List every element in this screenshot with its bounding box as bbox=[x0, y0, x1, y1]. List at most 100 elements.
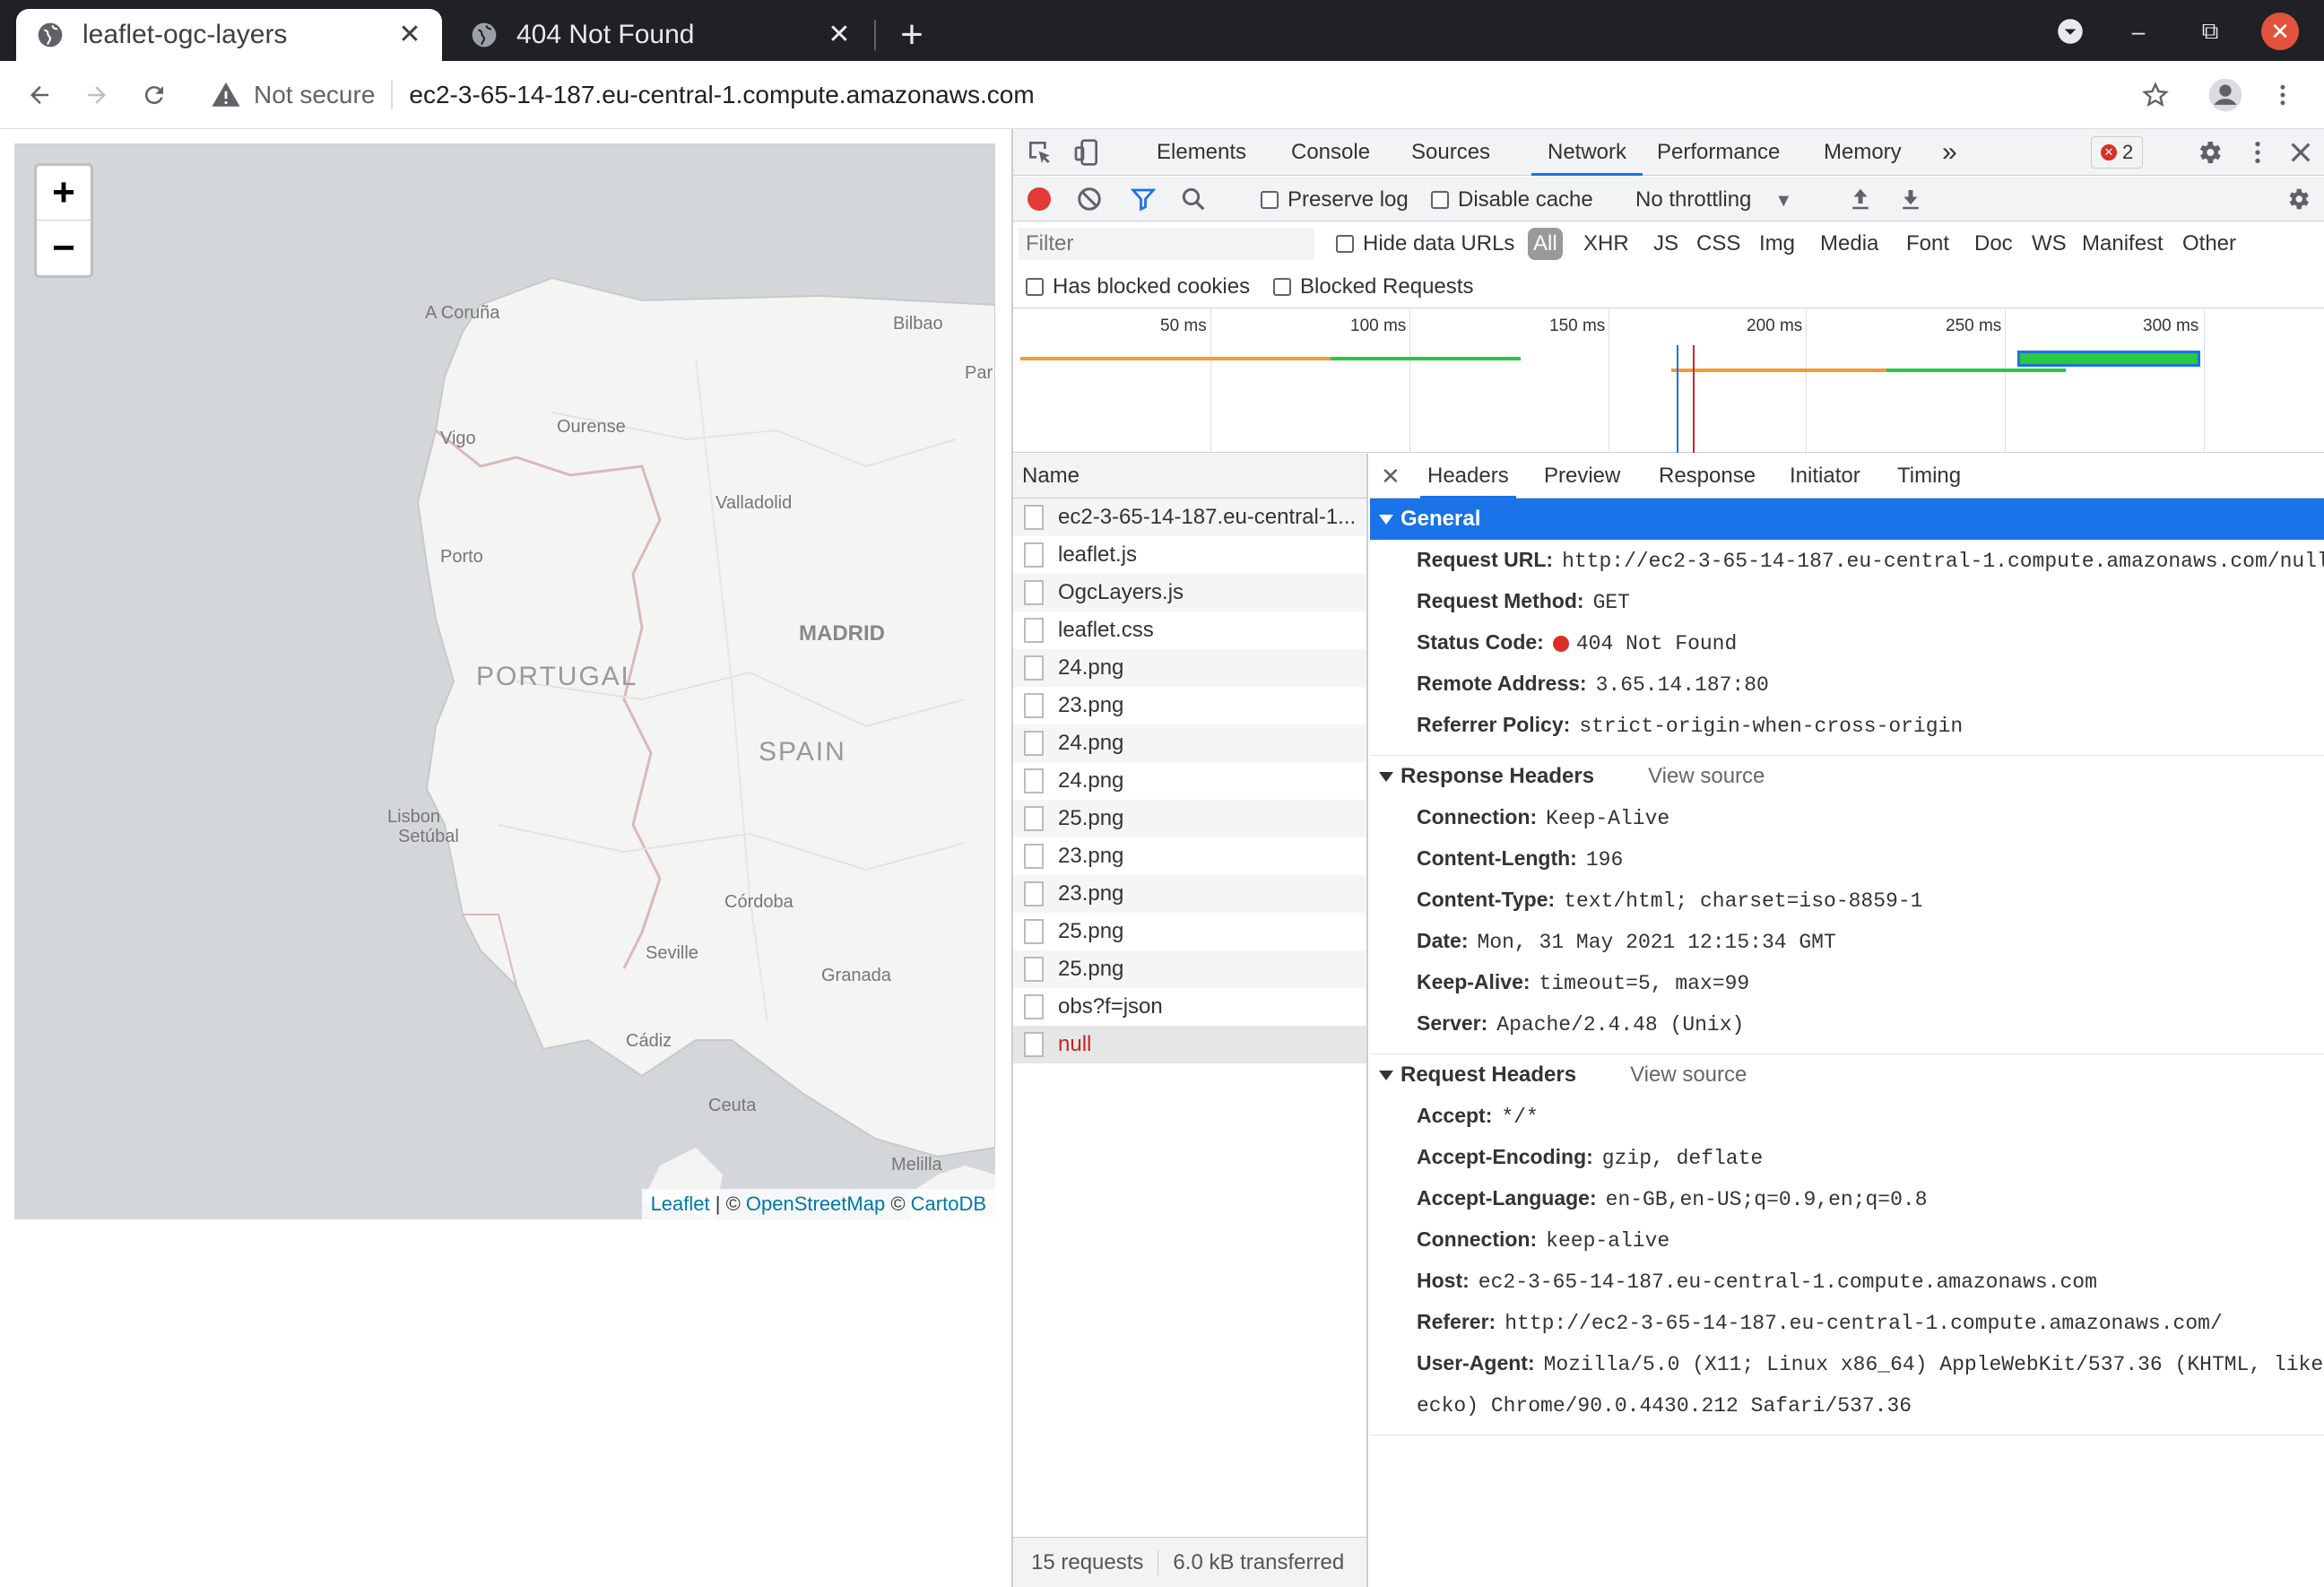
request-row[interactable]: 24.png bbox=[1013, 724, 1366, 762]
preserve-log-checkbox[interactable]: Preserve log bbox=[1261, 187, 1409, 212]
leaflet-link[interactable]: Leaflet bbox=[651, 1192, 710, 1215]
tab-console[interactable]: Console bbox=[1291, 129, 1370, 176]
name-column-header[interactable]: Name bbox=[1013, 454, 1366, 499]
tab-response[interactable]: Response bbox=[1659, 454, 1756, 499]
minimize-icon[interactable]: – bbox=[2120, 13, 2157, 50]
request-row[interactable]: 25.png bbox=[1013, 800, 1366, 837]
timeline-download-bar bbox=[1886, 369, 2066, 372]
close-tab-icon[interactable]: ✕ bbox=[825, 21, 854, 49]
request-row[interactable]: 24.png bbox=[1013, 762, 1366, 800]
filter-type-js[interactable]: JS bbox=[1653, 228, 1678, 260]
request-row[interactable]: 24.png bbox=[1013, 649, 1366, 687]
filter-type-doc[interactable]: Doc bbox=[1974, 228, 2013, 260]
view-source-link[interactable]: View source bbox=[1630, 1062, 1747, 1088]
openstreetmap-link[interactable]: OpenStreetMap bbox=[746, 1192, 885, 1215]
reload-icon[interactable] bbox=[133, 74, 176, 117]
tab-performance[interactable]: Performance bbox=[1657, 129, 1780, 176]
filter-type-ws[interactable]: WS bbox=[2032, 228, 2067, 260]
tab-search-icon[interactable] bbox=[2051, 13, 2089, 50]
checkbox[interactable] bbox=[1273, 278, 1291, 296]
response-headers-header[interactable]: Response Headers View source bbox=[1370, 756, 2324, 797]
header-row: User-Agent: Mozilla/5.0 (X11; Linux x86_6… bbox=[1370, 1343, 2324, 1384]
checkbox[interactable] bbox=[1431, 191, 1449, 209]
network-settings-icon[interactable] bbox=[2285, 186, 2311, 212]
restore-icon[interactable]: ⧉ bbox=[2191, 13, 2229, 50]
general-header[interactable]: General bbox=[1370, 499, 2324, 540]
error-count-badge[interactable]: ✕ 2 bbox=[2091, 136, 2144, 169]
address-bar[interactable]: Not secure ec2-3-65-14-187.eu-central-1.… bbox=[193, 68, 2174, 122]
filter-type-media[interactable]: Media bbox=[1820, 228, 1878, 260]
export-har-icon[interactable] bbox=[1897, 186, 1924, 212]
more-tabs-icon[interactable]: » bbox=[1942, 129, 1957, 176]
search-icon[interactable] bbox=[1180, 186, 1207, 212]
omnibox-divider bbox=[391, 81, 394, 109]
close-devtools-icon[interactable] bbox=[2286, 138, 2315, 167]
close-window-icon[interactable]: ✕ bbox=[2261, 13, 2299, 50]
tab-timing[interactable]: Timing bbox=[1897, 454, 1961, 499]
close-details-icon[interactable]: ✕ bbox=[1381, 463, 1400, 490]
throttling-select[interactable]: No throttling ▼ bbox=[1635, 187, 1792, 212]
bookmark-star-icon[interactable] bbox=[2134, 74, 2177, 117]
record-icon[interactable] bbox=[1028, 187, 1051, 211]
filter-type-css[interactable]: CSS bbox=[1696, 228, 1740, 260]
request-row[interactable]: OgcLayers.js bbox=[1013, 574, 1366, 611]
clear-icon[interactable] bbox=[1076, 186, 1103, 212]
request-row[interactable]: 23.png bbox=[1013, 687, 1366, 724]
tab-network[interactable]: Network bbox=[1531, 129, 1643, 176]
hide-data-urls-checkbox[interactable]: Hide data URLs bbox=[1336, 231, 1514, 256]
filter-input[interactable] bbox=[1019, 228, 1314, 260]
request-row-selected[interactable]: null bbox=[1013, 1026, 1366, 1063]
browser-toolbar: Not secure ec2-3-65-14-187.eu-central-1.… bbox=[0, 61, 2324, 129]
menu-kebab-icon[interactable] bbox=[2261, 74, 2304, 117]
zoom-in-button[interactable]: + bbox=[37, 166, 91, 221]
request-row[interactable]: leaflet.css bbox=[1013, 611, 1366, 649]
filter-icon[interactable] bbox=[1130, 186, 1157, 212]
filter-type-manifest[interactable]: Manifest bbox=[2082, 228, 2164, 260]
request-row[interactable]: 23.png bbox=[1013, 875, 1366, 913]
filter-type-font[interactable]: Font bbox=[1906, 228, 1949, 260]
error-icon: ✕ bbox=[2101, 144, 2117, 160]
close-tab-icon[interactable]: ✕ bbox=[395, 21, 424, 49]
request-row[interactable]: 25.png bbox=[1013, 913, 1366, 950]
forward-icon[interactable] bbox=[75, 74, 118, 117]
inspect-element-icon[interactable] bbox=[1026, 138, 1054, 167]
view-source-link[interactable]: View source bbox=[1648, 764, 1765, 789]
request-row[interactable]: 23.png bbox=[1013, 837, 1366, 875]
request-row[interactable]: 25.png bbox=[1013, 950, 1366, 988]
network-overview-timeline[interactable]: 50 ms 100 ms 150 ms 200 ms 250 ms 300 ms bbox=[1013, 309, 2324, 453]
checkbox[interactable] bbox=[1026, 278, 1044, 296]
import-har-icon[interactable] bbox=[1847, 186, 1874, 212]
request-row[interactable]: leaflet.js bbox=[1013, 536, 1366, 574]
disable-cache-checkbox[interactable]: Disable cache bbox=[1431, 187, 1593, 212]
browser-tab-inactive[interactable]: 404 Not Found ✕ bbox=[450, 9, 872, 61]
map-label: Porto bbox=[440, 547, 483, 567]
tab-headers[interactable]: Headers bbox=[1420, 454, 1516, 499]
back-icon[interactable] bbox=[18, 74, 61, 117]
request-headers-header[interactable]: Request Headers View source bbox=[1370, 1054, 2324, 1096]
zoom-out-button[interactable]: − bbox=[37, 221, 91, 275]
filter-type-xhr[interactable]: XHR bbox=[1583, 228, 1629, 260]
filter-type-other[interactable]: Other bbox=[2182, 228, 2236, 260]
filter-type-img[interactable]: Img bbox=[1759, 228, 1795, 260]
blocked-requests-checkbox[interactable]: Blocked Requests bbox=[1273, 274, 1473, 299]
profile-avatar-icon[interactable] bbox=[2204, 74, 2247, 117]
map-label: MADRID bbox=[799, 621, 885, 646]
checkbox[interactable] bbox=[1261, 191, 1279, 209]
has-blocked-cookies-checkbox[interactable]: Has blocked cookies bbox=[1026, 274, 1250, 299]
tab-preview[interactable]: Preview bbox=[1544, 454, 1620, 499]
checkbox[interactable] bbox=[1336, 235, 1354, 253]
browser-tab-active[interactable]: leaflet-ogc-layers ✕ bbox=[16, 9, 442, 61]
tab-memory[interactable]: Memory bbox=[1824, 129, 1902, 176]
cartodb-link[interactable]: CartoDB bbox=[911, 1192, 986, 1215]
devtools-menu-icon[interactable] bbox=[2243, 138, 2272, 167]
settings-gear-icon[interactable] bbox=[2195, 138, 2224, 167]
tab-sources[interactable]: Sources bbox=[1411, 129, 1490, 176]
request-row[interactable]: obs?f=json bbox=[1013, 988, 1366, 1026]
new-tab-icon[interactable]: + bbox=[889, 13, 934, 57]
device-toolbar-icon[interactable] bbox=[1072, 138, 1101, 167]
tab-elements[interactable]: Elements bbox=[1157, 129, 1246, 176]
filter-type-all[interactable]: All bbox=[1528, 228, 1563, 260]
leaflet-map[interactable]: + − A Coruña Bilbao Ourense Vigo Vallado… bbox=[14, 143, 995, 1219]
tab-initiator[interactable]: Initiator bbox=[1790, 454, 1860, 499]
request-row[interactable]: ec2-3-65-14-187.eu-central-1... bbox=[1013, 499, 1366, 536]
